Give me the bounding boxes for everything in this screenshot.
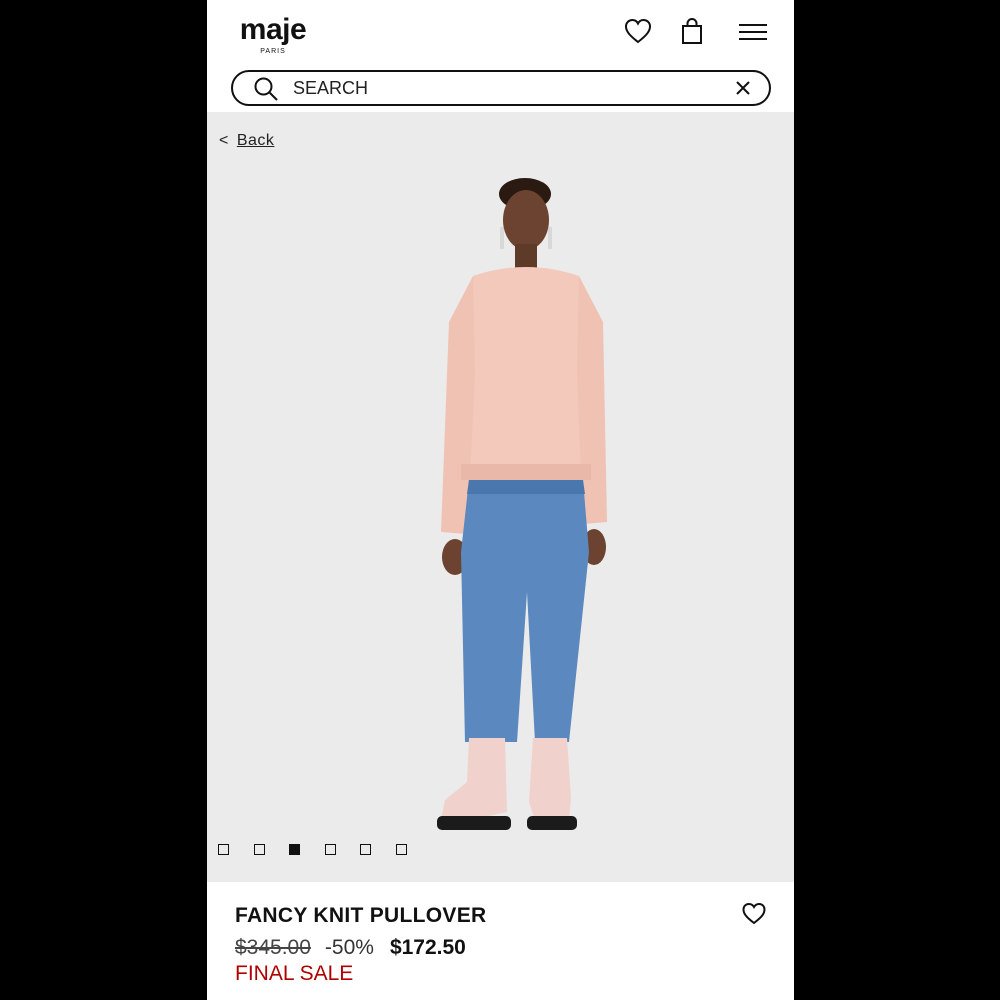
menu-icon[interactable]	[737, 16, 769, 46]
product-image[interactable]: < Back	[207, 112, 794, 882]
search-input[interactable]	[293, 76, 713, 100]
logo-subtitle: PARIS	[260, 48, 286, 55]
product-name: FANCY KNIT PULLOVER	[235, 904, 487, 927]
close-icon[interactable]	[735, 80, 751, 96]
gallery-dot[interactable]	[396, 844, 407, 855]
price-row: $345.00 -50% $172.50	[235, 936, 466, 960]
gallery-dot[interactable]	[324, 844, 336, 855]
brand-logo[interactable]: maje PARIS	[233, 14, 313, 60]
heart-icon[interactable]	[741, 900, 767, 926]
gallery-dot[interactable]	[289, 844, 301, 855]
product-info: FANCY KNIT PULLOVER $345.00 -50% $172.50 F…	[207, 882, 794, 1000]
sale-status: FINAL SALE	[235, 962, 354, 985]
gallery-dot[interactable]	[218, 844, 229, 855]
sale-price: $172.50	[389, 936, 466, 959]
app-screen: maje PARIS <Ba	[207, 0, 794, 1000]
product-model-photo	[437, 178, 607, 830]
original-price: $345.00	[235, 936, 311, 959]
heart-icon[interactable]	[623, 16, 653, 46]
header: maje PARIS	[207, 0, 794, 112]
back-chevron-icon: <	[219, 132, 229, 149]
search-icon	[254, 77, 278, 101]
back-link[interactable]: < Back	[219, 132, 274, 150]
gallery-dot[interactable]	[360, 844, 372, 855]
shopping-bag-icon[interactable]	[677, 16, 707, 46]
logo-text: maje	[239, 13, 307, 46]
back-label: Back	[236, 132, 275, 149]
search-bar[interactable]	[231, 70, 771, 106]
gallery-dot[interactable]	[253, 844, 265, 855]
discount-badge: -50%	[324, 936, 374, 959]
